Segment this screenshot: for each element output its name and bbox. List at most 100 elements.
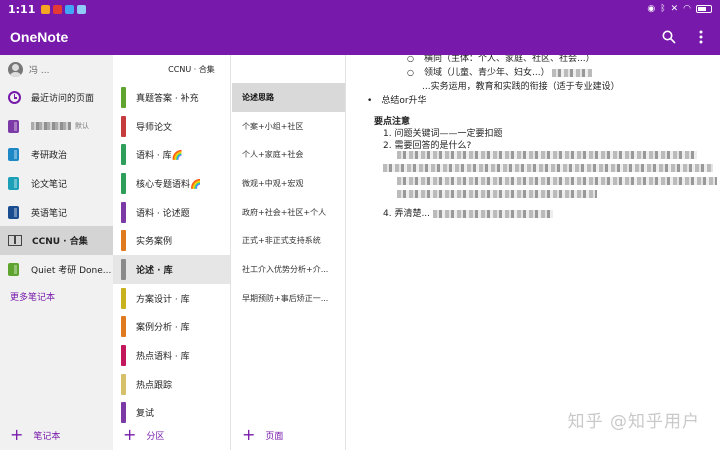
search-icon[interactable] — [660, 28, 678, 46]
section-label: 案例分析 · 库 — [136, 323, 190, 334]
content-text: 领域（儿童、青少年、妇女...） — [423, 68, 550, 78]
page-item[interactable]: 正式+非正式支持系统 — [232, 226, 345, 256]
section-item[interactable]: 语料 · 库🌈 — [113, 140, 230, 169]
section-label: 语料 · 论述题 — [136, 208, 190, 219]
more-options-icon[interactable] — [692, 28, 710, 46]
plus-icon: + — [10, 425, 24, 444]
app-notification-icon — [41, 4, 51, 14]
sections-header: CCNU · 合集 — [168, 64, 215, 74]
notebook-icon — [8, 119, 19, 133]
notebook-label: CCNU · 合集 — [32, 237, 88, 248]
section-color-tab — [121, 258, 126, 280]
notebook-label: Quiet 考研 Done... — [31, 265, 112, 276]
notebook-item-ccnu[interactable]: CCNU · 合集 — [0, 226, 113, 256]
notification-icons — [41, 4, 87, 14]
section-item[interactable]: 实务案例 — [113, 226, 230, 255]
section-label: 热点语料 · 库 — [136, 352, 190, 363]
page-item[interactable]: 政府+社会+社区+个人 — [232, 197, 345, 227]
section-item[interactable]: 真题答案 · 补充 — [113, 83, 230, 112]
section-color-tab — [121, 144, 126, 166]
redacted-text — [383, 163, 713, 172]
add-notebook-label: 笔记本 — [33, 431, 61, 442]
section-color-tab — [121, 287, 126, 309]
notebook-item-politics[interactable]: 考研政治 — [0, 140, 113, 169]
section-label: 真题答案 · 补充 — [136, 93, 199, 104]
page-item[interactable]: 个案+小组+社区 — [232, 111, 345, 141]
plus-icon: + — [242, 425, 256, 444]
redacted-line — [383, 163, 713, 173]
plus-icon: + — [123, 425, 137, 444]
content-line: 4. 弄清楚... — [383, 206, 553, 219]
section-color-tab — [121, 373, 126, 395]
section-label: 复试 — [136, 409, 155, 420]
redacted-text — [432, 209, 553, 218]
app-notification-icon — [65, 4, 75, 14]
content-text: 横向（主体：个人、家庭、社区、社会...） — [423, 55, 595, 64]
recent-pages-item[interactable]: 最近访问的页面 — [0, 83, 113, 112]
content-text: 4. 弄清楚... — [383, 209, 433, 219]
status-bar: 1:11 ◉ ᛒ ✕ ◠ — [0, 0, 720, 18]
content-line: ...实务运用，教育和实践的衔接（适于专业建设） — [422, 79, 620, 92]
content-line: 总结or升华 — [367, 93, 427, 106]
page-item[interactable]: 社工介入优势分析+介... — [232, 255, 345, 284]
page-item[interactable]: 早期预防+事后矫正一... — [232, 283, 345, 313]
section-color-tab — [121, 230, 126, 252]
account-row[interactable]: 冯 ... — [0, 55, 113, 83]
section-item[interactable]: 热点语料 · 库 — [113, 341, 230, 370]
add-section-label: 分区 — [146, 431, 165, 442]
section-item[interactable]: 案例分析 · 库 — [113, 313, 230, 342]
notebook-item-english-notes[interactable]: 英语笔记 — [0, 198, 113, 227]
pages-pane: 论述思路 个案+小组+社区 个人+家庭+社会 微观+中观+宏观 政府+社会+社区+个人正… — [232, 55, 346, 450]
section-item[interactable]: 论述 · 库 — [113, 255, 230, 284]
battery-icon — [696, 5, 712, 13]
section-item[interactable]: 方案设计 · 库 — [113, 284, 230, 313]
section-label: 实务案例 — [136, 237, 173, 248]
notebook-label-blurred — [31, 122, 71, 131]
page-item[interactable]: 论述思路 — [232, 83, 345, 112]
open-notebook-icon — [8, 235, 22, 247]
section-label: 热点跟踪 — [136, 380, 173, 391]
page-canvas[interactable]: 横向（主体：个人、家庭、社区、社会...） 领域（儿童、青少年、妇女...） .… — [347, 55, 720, 450]
system-icons: ◉ ᛒ ✕ ◠ — [647, 4, 712, 14]
section-color-tab — [121, 172, 126, 194]
section-label: 语料 · 库🌈 — [136, 151, 183, 162]
redacted-text — [397, 189, 597, 198]
eye-icon: ◉ — [647, 4, 656, 14]
status-time: 1:11 — [8, 2, 36, 16]
notebook-icon — [8, 262, 19, 276]
notebook-item-quiet[interactable]: Quiet 考研 Done... — [0, 255, 113, 284]
add-page-button[interactable]: + 页面 — [232, 420, 345, 450]
section-label: 导师论文 — [136, 122, 173, 133]
notebook-label: 论文笔记 — [31, 179, 68, 190]
recent-pages-label: 最近访问的页面 — [31, 93, 95, 104]
app-title: OneNote — [10, 28, 69, 45]
section-color-tab — [121, 316, 126, 338]
section-item[interactable]: 语料 · 论述题 — [113, 198, 230, 227]
section-label: 方案设计 · 库 — [136, 294, 190, 305]
app-notification-icon — [53, 4, 63, 14]
redacted-text — [397, 176, 717, 185]
section-label: 核心专题语料🌈 — [136, 179, 202, 190]
notebooks-pane: 冯 ... 最近访问的页面 默认 考研政治 论文笔记 英语笔记 CCNU · 合… — [0, 55, 113, 450]
notebook-icon — [8, 205, 19, 219]
notebook-label: 考研政治 — [31, 151, 68, 162]
section-item[interactable]: 核心专题语料🌈 — [113, 169, 230, 198]
add-section-button[interactable]: + 分区 — [113, 420, 174, 450]
redacted-text — [552, 68, 593, 77]
section-color-tab — [121, 86, 126, 108]
page-item[interactable]: 个人+家庭+社会 — [232, 140, 345, 170]
more-notebooks-link[interactable]: 更多笔记本 — [0, 284, 113, 310]
wifi-icon: ◠ — [683, 4, 691, 14]
notebook-icon — [8, 148, 19, 162]
section-item[interactable]: 热点跟踪 — [113, 370, 230, 399]
section-item[interactable]: 导师论文 — [113, 112, 230, 141]
content-text: 总结or升华 — [381, 96, 427, 106]
notebook-item-paper-notes[interactable]: 论文笔记 — [0, 169, 113, 198]
clock-icon — [8, 90, 21, 104]
app-bar: OneNote — [0, 18, 720, 55]
notebook-item-default[interactable]: 默认 — [0, 112, 113, 141]
content-line: 横向（主体：个人、家庭、社区、社会...） — [407, 55, 595, 64]
add-notebook-button[interactable]: + 笔记本 — [0, 420, 70, 450]
page-item[interactable]: 微观+中观+宏观 — [232, 169, 345, 198]
page-list: 论述思路 个案+小组+社区 个人+家庭+社会 微观+中观+宏观 政府+社会+社区+个人正… — [232, 83, 345, 313]
